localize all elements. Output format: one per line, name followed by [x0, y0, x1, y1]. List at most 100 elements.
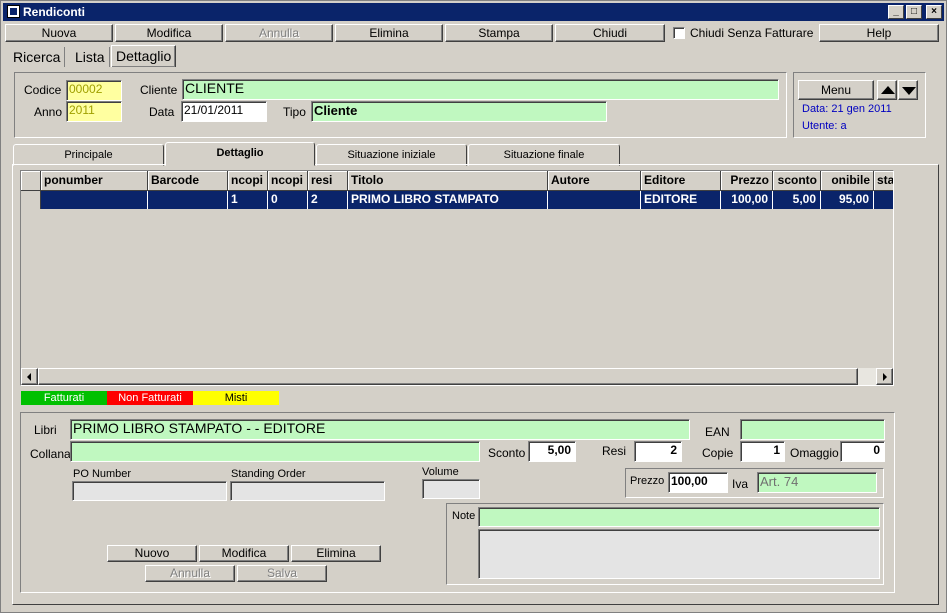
col-sconto[interactable]: sconto	[773, 171, 821, 191]
previous-record-button[interactable]	[877, 80, 897, 100]
stampa-button[interactable]: Stampa	[445, 24, 553, 42]
ean-label: EAN	[705, 425, 730, 439]
cell-titolo[interactable]: PRIMO LIBRO STAMPATO	[348, 191, 548, 209]
omaggio-field[interactable]: 0	[840, 441, 885, 462]
cell-sconto[interactable]: 5,00	[773, 191, 821, 209]
col-resi[interactable]: resi	[308, 171, 348, 191]
ean-field[interactable]	[740, 419, 885, 440]
tab-dettaglio[interactable]: Dettaglio	[165, 142, 315, 166]
col-prezzo[interactable]: Prezzo	[721, 171, 773, 191]
cell-autore[interactable]	[548, 191, 641, 209]
col-autore[interactable]: Autore	[548, 171, 641, 191]
legend-fatturati: Fatturati	[21, 391, 107, 405]
copie-field[interactable]: 1	[740, 441, 785, 462]
menu-button[interactable]: Menu	[798, 80, 874, 100]
collana-field[interactable]	[70, 441, 480, 462]
horizontal-scrollbar[interactable]	[21, 368, 893, 385]
note-extended-field[interactable]	[478, 529, 880, 579]
omaggio-label: Omaggio	[790, 446, 839, 460]
cell-stato[interactable]	[874, 191, 893, 209]
col-ponumber[interactable]: ponumber	[41, 171, 148, 191]
cell-imponibile[interactable]: 95,00	[821, 191, 874, 209]
cliente-label: Cliente	[140, 83, 178, 97]
cell-prezzo[interactable]: 100,00	[721, 191, 773, 209]
nuova-button[interactable]: Nuova	[5, 24, 113, 42]
cell-barcode[interactable]	[148, 191, 228, 209]
col-editore[interactable]: Editore	[641, 171, 721, 191]
tab-lista[interactable]: Lista	[71, 47, 110, 67]
data-label: Data	[149, 105, 175, 119]
po-number-field[interactable]	[72, 481, 227, 501]
collana-label: Collana	[30, 447, 71, 461]
help-button[interactable]: Help	[819, 24, 939, 42]
scroll-right-button[interactable]	[876, 368, 893, 385]
tab-situazione-iniziale[interactable]: Situazione iniziale	[316, 144, 467, 166]
cell-editore[interactable]: EDITORE	[641, 191, 721, 209]
col-barcode[interactable]: Barcode	[148, 171, 228, 191]
col-stato[interactable]: sta	[874, 171, 893, 191]
app-icon	[7, 5, 20, 18]
row-header-corner	[21, 171, 41, 191]
window-title: Rendiconti	[23, 5, 85, 19]
detail-salva-button[interactable]: Salva	[237, 565, 327, 582]
detail-nuovo-button[interactable]: Nuovo	[107, 545, 197, 562]
col-ncopie-omaggio[interactable]: ncopi	[268, 171, 308, 191]
maximize-button[interactable]: □	[906, 5, 922, 19]
libri-label: Libri	[34, 423, 57, 437]
title-bar: Rendiconti _ □ ×	[3, 3, 944, 21]
tab-situazione-finale[interactable]: Situazione finale	[468, 144, 620, 166]
app-window: Rendiconti _ □ × Nuova Modifica Annulla …	[0, 0, 947, 613]
minimize-button[interactable]: _	[888, 5, 904, 19]
col-ncopie[interactable]: ncopi	[228, 171, 268, 191]
cliente-field[interactable]: CLIENTE	[182, 79, 779, 100]
note-label: Note	[452, 510, 476, 522]
resi-label: Resi	[602, 444, 627, 458]
info-utente: Utente: a	[802, 120, 847, 132]
arrow-down-icon	[902, 87, 916, 95]
standing-order-field[interactable]	[230, 481, 385, 501]
col-titolo[interactable]: Titolo	[348, 171, 548, 191]
volume-field[interactable]	[422, 479, 480, 499]
detail-modifica-button[interactable]: Modifica	[199, 545, 289, 562]
legend-non-fatturati: Non Fatturati	[107, 391, 193, 405]
next-record-button[interactable]	[898, 80, 918, 100]
tab-principale[interactable]: Principale	[13, 144, 164, 166]
modifica-button[interactable]: Modifica	[115, 24, 223, 42]
detail-grid[interactable]: ponumber Barcode ncopi ncopi resi Titolo…	[20, 170, 894, 386]
arrow-right-icon	[883, 373, 887, 381]
elimina-button[interactable]: Elimina	[335, 24, 443, 42]
scroll-thumb[interactable]	[38, 368, 858, 385]
iva-field[interactable]: Art. 74	[757, 472, 877, 493]
tipo-field[interactable]: Cliente	[311, 101, 607, 122]
row-selector[interactable]	[21, 191, 41, 209]
detail-elimina-button[interactable]: Elimina	[291, 545, 381, 562]
anno-field[interactable]: 2011	[66, 101, 122, 122]
data-field[interactable]: 21/01/2011	[181, 101, 267, 122]
annulla-button[interactable]: Annulla	[225, 24, 333, 42]
chiudi-senza-fatturare-label: Chiudi Senza Fatturare	[690, 26, 814, 40]
detail-annulla-button[interactable]: Annulla	[145, 565, 235, 582]
resi-field[interactable]: 2	[634, 441, 682, 462]
scroll-left-button[interactable]	[21, 368, 38, 385]
cell-ponumber[interactable]	[41, 191, 148, 209]
prezzo-field[interactable]: 100,00	[668, 472, 728, 493]
anno-label: Anno	[34, 105, 63, 119]
note-field[interactable]	[478, 507, 880, 527]
col-imponibile[interactable]: onibile	[821, 171, 874, 191]
sconto-label: Sconto	[488, 446, 526, 460]
close-button[interactable]: ×	[926, 5, 942, 19]
tab-ricerca[interactable]: Ricerca	[9, 47, 66, 67]
sconto-field[interactable]: 5,00	[528, 441, 576, 462]
cell-resi[interactable]: 2	[308, 191, 348, 209]
info-data: Data: 21 gen 2011	[802, 103, 892, 115]
libri-field[interactable]: PRIMO LIBRO STAMPATO - - EDITORE	[70, 419, 690, 440]
chiudi-button[interactable]: Chiudi	[555, 24, 665, 42]
copie-label: Copie	[702, 446, 734, 460]
codice-field[interactable]: 00002	[66, 80, 122, 101]
view-tabs: Ricerca Lista Dettaglio	[5, 45, 195, 67]
tab-dettaglio-view[interactable]: Dettaglio	[111, 45, 177, 67]
cell-ncopie[interactable]: 1	[228, 191, 268, 209]
legend-misti: Misti	[193, 391, 279, 405]
cell-ncopie-omaggio[interactable]: 0	[268, 191, 308, 209]
chiudi-senza-fatturare-checkbox[interactable]	[673, 27, 685, 39]
